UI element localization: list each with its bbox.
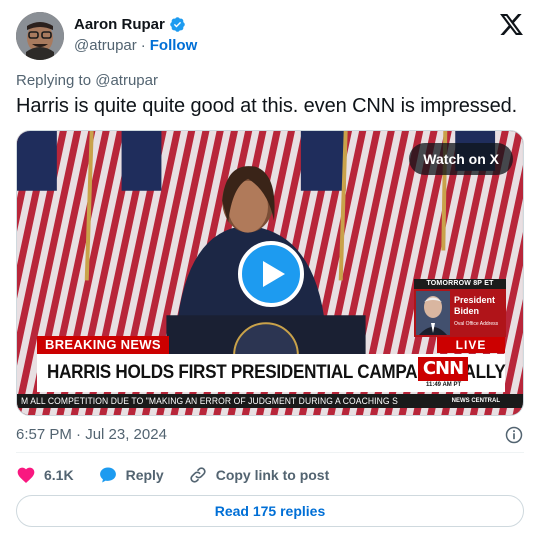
promo-subtitle: Oval Office Address	[454, 321, 499, 327]
avatar[interactable]	[16, 12, 64, 60]
divider	[16, 452, 524, 453]
reply-label: Reply	[125, 467, 164, 483]
avatar-image	[16, 12, 64, 60]
play-button[interactable]	[238, 241, 304, 307]
cnn-time: 11:49 AM PT	[426, 382, 462, 388]
live-badge: LIVE	[437, 337, 505, 353]
handle-row: @atrupar · Follow	[74, 37, 197, 54]
copy-link-label: Copy link to post	[215, 467, 330, 483]
upcoming-label: TOMORROW 8P ET	[414, 279, 506, 289]
like-count: 6.1K	[44, 467, 74, 483]
read-replies-button[interactable]: Read 175 replies	[16, 495, 524, 527]
like-button[interactable]: 6.1K	[16, 465, 74, 485]
ticker-tag: NEWS CENTRAL	[448, 395, 503, 407]
link-icon	[190, 467, 206, 483]
follow-button[interactable]: Follow	[150, 37, 198, 54]
replying-to[interactable]: Replying to @atrupar	[16, 72, 158, 89]
upcoming-promo: President Biden Oval Office Address	[414, 289, 506, 337]
breaking-news-label: BREAKING NEWS	[37, 336, 169, 354]
embedded-post: Aaron Rupar @atrupar · Follow Replying t…	[0, 0, 540, 542]
post-timestamp[interactable]: 6:57 PM · Jul 23, 2024	[16, 426, 167, 443]
tweet-text: Harris is quite quite good at this. even…	[16, 95, 518, 117]
copy-link-button[interactable]: Copy link to post	[188, 465, 330, 485]
promo-name: President Biden	[454, 295, 496, 316]
speech-bubble-icon	[99, 467, 116, 483]
x-logo-icon[interactable]	[500, 14, 523, 35]
author-name[interactable]: Aaron Rupar	[74, 16, 165, 33]
watch-on-x-button[interactable]: Watch on X	[409, 143, 513, 175]
play-icon	[263, 261, 285, 287]
action-bar: 6.1K Reply Copy link to post	[16, 465, 353, 485]
ticker-text: M ALL COMPETITION DUE TO "MAKING AN ERRO…	[21, 396, 398, 406]
video-player[interactable]: Watch on X TOMORROW 8P ET President Bide…	[16, 130, 524, 416]
promo-photo	[416, 291, 450, 335]
cnn-logo: CNN	[418, 357, 468, 381]
heart-icon	[17, 467, 35, 483]
info-icon[interactable]	[504, 425, 524, 445]
reply-button[interactable]: Reply	[98, 465, 164, 485]
separator-dot: ·	[140, 37, 146, 54]
verified-badge-icon	[170, 17, 185, 32]
author-handle[interactable]: @atrupar	[74, 37, 137, 54]
author-name-row: Aaron Rupar	[74, 16, 186, 33]
